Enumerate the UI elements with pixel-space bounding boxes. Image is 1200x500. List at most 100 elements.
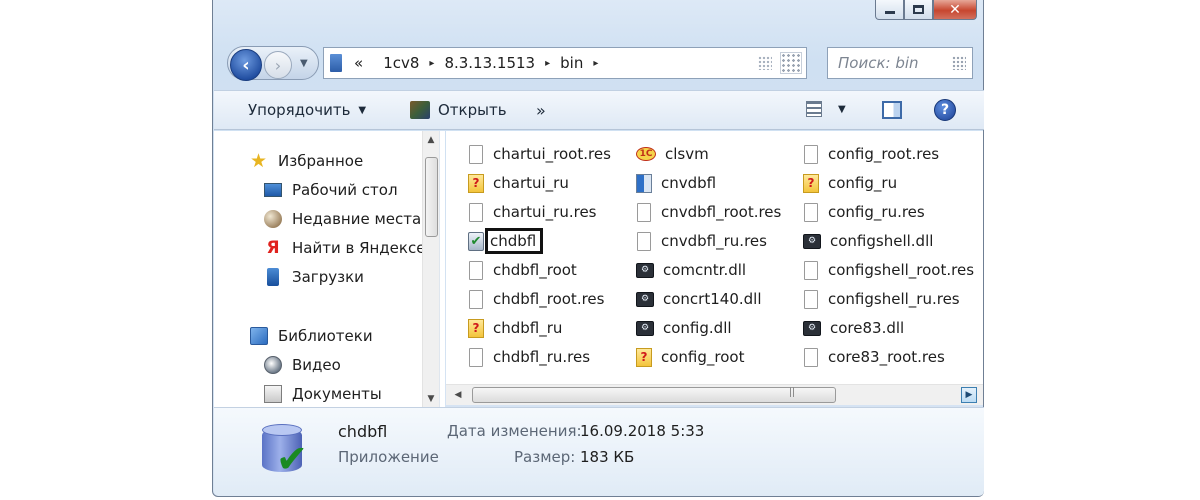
nav-item-downloads[interactable]: Загрузки (264, 268, 364, 286)
scroll-thumb[interactable] (472, 387, 836, 403)
file-item[interactable]: ⚙ comcntr.dll (636, 257, 746, 283)
scroll-up-icon[interactable]: ▲ (423, 131, 439, 148)
scroll-thumb[interactable] (425, 157, 438, 237)
res-file-icon (804, 202, 818, 222)
navigation-scrollbar[interactable]: ▲ ▼ (422, 131, 439, 407)
breadcrumb-version[interactable]: 8.3.13.1513 (444, 54, 535, 72)
search-placeholder: Поиск: bin (838, 54, 919, 72)
file-item[interactable]: cnvdbfl_ru.res (636, 228, 767, 254)
folder-icon (330, 54, 342, 72)
breadcrumb-chevron-icon[interactable]: ▸ (545, 58, 550, 69)
views-icon (806, 101, 822, 117)
breadcrumb-bin[interactable]: bin (560, 54, 583, 72)
nav-item-recent-places[interactable]: Недавние места (264, 210, 421, 228)
file-name: core83_root.res (828, 348, 945, 366)
file-item[interactable]: config_root.res (803, 141, 939, 167)
file-item[interactable]: ? config_ru (803, 170, 897, 196)
downloads-icon (267, 268, 279, 286)
file-name: config_root.res (828, 145, 940, 163)
refresh-button[interactable] (780, 52, 802, 74)
file-item[interactable]: ⚙ core83.dll (803, 315, 904, 341)
horizontal-scrollbar[interactable]: ◀ ▶ (446, 384, 983, 405)
scroll-right-icon[interactable]: ▶ (961, 387, 977, 403)
file-item[interactable]: ? chdbfl_ru (468, 315, 562, 341)
documents-icon (264, 385, 282, 403)
pane-splitter[interactable] (439, 131, 445, 407)
res-file-icon (804, 289, 818, 309)
res-file-icon (804, 144, 818, 164)
minimize-button[interactable] (875, 0, 904, 20)
app-check-icon: ✔ (468, 231, 484, 251)
scroll-down-icon[interactable]: ▼ (423, 390, 439, 407)
nav-item-yandex[interactable]: Я Найти в Яндексе (264, 239, 425, 257)
nav-item-favorites[interactable]: ★ Избранное (250, 150, 363, 172)
file-item[interactable]: chdbfl_ru.res (468, 344, 590, 370)
open-button[interactable]: Открыть (410, 101, 507, 119)
file-item[interactable]: configshell_ru.res (803, 286, 960, 312)
nav-item-documents[interactable]: Документы (264, 385, 382, 403)
file-item[interactable]: chartui_root.res (468, 141, 611, 167)
file-item[interactable]: ? chartui_ru (468, 170, 569, 196)
search-icon[interactable] (952, 56, 966, 70)
more-commands-button[interactable]: » (536, 101, 546, 120)
res-file-icon (637, 231, 651, 251)
help-file-icon: ? (468, 173, 484, 193)
preview-pane-button[interactable] (882, 101, 902, 119)
file-item[interactable]: config_ru.res (803, 199, 925, 225)
recent-pages-dropdown[interactable]: ▼ (300, 58, 308, 69)
file-item[interactable]: ⚙ config.dll (636, 315, 732, 341)
file-name: cnvdbfl (661, 174, 717, 192)
file-name: chdbfl_ru (493, 319, 563, 337)
forward-button[interactable]: › (264, 51, 292, 79)
file-item[interactable]: ? config_root (636, 344, 744, 370)
nav-item-libraries[interactable]: Библиотеки (250, 327, 373, 345)
breadcrumb-chevron-icon[interactable]: ▸ (593, 58, 598, 69)
minimize-icon (884, 10, 895, 14)
file-name: cnvdbfl_root.res (661, 203, 782, 221)
maximize-button[interactable] (904, 0, 933, 20)
chevron-down-icon[interactable]: ▼ (838, 104, 846, 115)
file-item[interactable]: core83_root.res (803, 344, 945, 370)
close-icon: ✕ (949, 1, 961, 18)
organize-button[interactable]: Упорядочить ▼ (248, 101, 366, 119)
breadcrumb-overflow[interactable]: « (354, 54, 363, 72)
star-icon: ★ (250, 150, 268, 172)
details-modified-label: Дата изменения: (447, 422, 582, 440)
file-item[interactable]: ✔ chdbfl (468, 228, 544, 254)
file-item[interactable]: ⚙ configshell.dll (803, 228, 933, 254)
help-button[interactable]: ? (934, 99, 956, 121)
file-name: configshell_ru.res (828, 290, 960, 308)
address-bar[interactable]: « 1cv8 ▸ 8.3.13.1513 ▸ bin ▸ (323, 47, 807, 79)
file-item[interactable]: chartui_ru.res (468, 199, 597, 225)
search-input[interactable]: Поиск: bin (827, 47, 973, 79)
breadcrumb-chevron-icon[interactable]: ▸ (429, 58, 434, 69)
back-button[interactable]: ‹ (230, 49, 262, 81)
dll-file-icon: ⚙ (803, 320, 821, 336)
nav-item-video[interactable]: Видео (264, 356, 341, 374)
yandex-icon: Я (266, 238, 280, 258)
arrow-left-icon: ‹ (242, 54, 250, 76)
scroll-left-icon[interactable]: ◀ (450, 387, 466, 403)
app-check-icon: ✔ (260, 422, 308, 478)
breadcrumb-1cv8[interactable]: 1cv8 (383, 54, 419, 72)
file-item[interactable]: cnvdbfl_root.res (636, 199, 781, 225)
file-item[interactable]: ⚙ concrt140.dll (636, 286, 761, 312)
file-item[interactable]: cnvdbfl (636, 170, 716, 196)
file-name: chdbfl_root.res (493, 290, 605, 308)
organize-label: Упорядочить (248, 101, 351, 119)
file-name: config.dll (663, 319, 732, 337)
file-item[interactable]: chdbfl_root (468, 257, 577, 283)
close-button[interactable]: ✕ (933, 0, 977, 20)
file-item[interactable]: chdbfl_root.res (468, 286, 604, 312)
file-name: chartui_root.res (493, 145, 611, 163)
file-name: configshell_root.res (828, 261, 975, 279)
file-name: config_root (661, 348, 745, 366)
details-file-type: Приложение (338, 448, 439, 466)
res-file-icon (804, 260, 818, 280)
file-name: config_ru.res (828, 203, 925, 221)
file-item[interactable]: 1С clsvm (636, 141, 709, 167)
nav-item-desktop[interactable]: Рабочий стол (264, 181, 398, 199)
file-item[interactable]: configshell_root.res (803, 257, 974, 283)
file-name: concrt140.dll (663, 290, 762, 308)
change-view-button[interactable]: ▼ (806, 101, 846, 117)
